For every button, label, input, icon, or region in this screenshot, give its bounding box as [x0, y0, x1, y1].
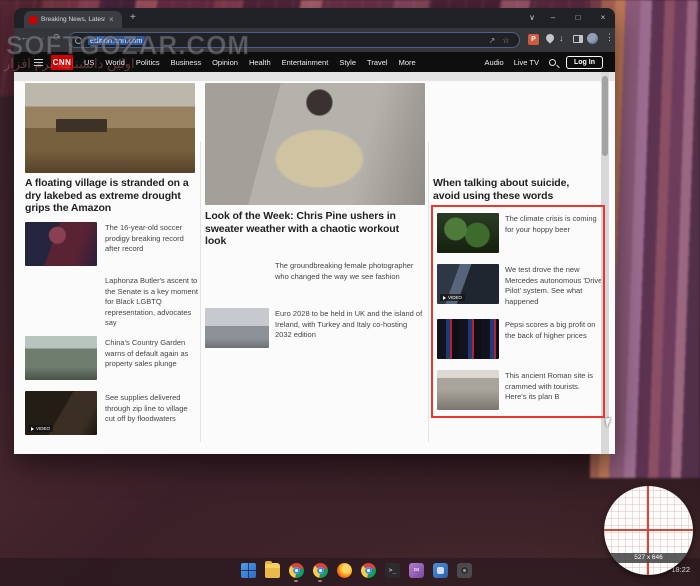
article-headline[interactable]: Look of the Week: Chris Pine ushers in s…: [205, 210, 415, 248]
cnn-menu: US World Politics Business Opinion Healt…: [84, 58, 416, 67]
article-link[interactable]: The groundbreaking female photographer w…: [275, 261, 423, 282]
forward-icon[interactable]: →: [34, 32, 48, 42]
video-badge: VIDEO: [28, 425, 54, 432]
page-top-strip: [14, 72, 615, 81]
tab-search-icon[interactable]: ∨: [524, 11, 540, 25]
running-indicator: [294, 580, 298, 582]
taskbar: >_ ∞ 18:22: [0, 558, 700, 586]
article-link[interactable]: Euro 2028 to be held in UK and the islan…: [275, 309, 423, 341]
cnn-nav-right: Audio Live TV Log In: [485, 55, 603, 69]
article-headline[interactable]: A floating village is stranded on a dry …: [25, 177, 199, 215]
article-link[interactable]: The 16-year-old soccer prodigy breaking …: [105, 223, 199, 255]
nav-item-business[interactable]: Business: [171, 58, 201, 67]
article-link[interactable]: Laphonza Butler's ascent to the Senate i…: [105, 276, 199, 329]
article-link[interactable]: China's Country Garden warns of default …: [105, 338, 199, 370]
running-indicator: [318, 580, 322, 582]
scrollbar-thumb[interactable]: [602, 76, 608, 156]
side-panel-icon[interactable]: [573, 35, 583, 43]
nav-item-more[interactable]: More: [399, 58, 416, 67]
nav-item-live-tv[interactable]: Live TV: [514, 58, 539, 67]
play-icon: [31, 426, 34, 431]
nav-item-opinion[interactable]: Opinion: [212, 58, 238, 67]
blue-app-icon[interactable]: [433, 563, 448, 578]
snip-magnifier: 527 x 646: [604, 486, 693, 575]
download-icon[interactable]: ↓: [559, 33, 564, 43]
article-thumbnail-flood-video[interactable]: VIDEO: [25, 391, 97, 435]
cnn-logo[interactable]: CNN: [51, 54, 73, 70]
column-divider: [200, 142, 201, 442]
cnn-favicon: [29, 15, 37, 24]
share-icon[interactable]: ↗: [485, 36, 499, 45]
article-image-chris-pine[interactable]: [205, 83, 425, 205]
reload-icon[interactable]: ⟳: [50, 32, 64, 43]
article-thumbnail-stadium[interactable]: [205, 308, 269, 348]
firefox-icon[interactable]: [337, 563, 352, 578]
pin-extension-icon[interactable]: [544, 32, 556, 44]
screenshot-app-icon[interactable]: [457, 563, 472, 578]
browser-tab-bar: Breaking News, Latest News an... × + ∨ –…: [14, 8, 615, 28]
snip-selection-box[interactable]: [431, 205, 605, 418]
bookmark-star-icon[interactable]: ☆: [499, 36, 513, 45]
tab-title: Breaking News, Latest News an...: [41, 16, 105, 23]
address-bar[interactable]: edition.cnn.com ↗ ☆: [68, 32, 520, 48]
maximize-button[interactable]: □: [570, 11, 586, 25]
article-image-amazon-drought[interactable]: [25, 83, 195, 173]
taskbar-icons: >_ ∞: [241, 561, 472, 582]
new-tab-button[interactable]: +: [130, 12, 136, 23]
back-icon[interactable]: ←: [18, 32, 32, 42]
chrome-icon[interactable]: [313, 563, 328, 582]
terminal-icon[interactable]: >_: [385, 563, 400, 578]
hamburger-menu-icon[interactable]: [34, 58, 43, 66]
column-divider: [428, 142, 429, 442]
article-headline[interactable]: When talking about suicide, avoid using …: [433, 177, 597, 202]
selection-size-label: 527 x 646: [604, 553, 693, 563]
nav-item-style[interactable]: Style: [339, 58, 356, 67]
browser-tab[interactable]: Breaking News, Latest News an... ×: [24, 11, 122, 28]
site-info-icon[interactable]: [75, 36, 82, 44]
chrome-icon[interactable]: [289, 563, 304, 582]
url-text[interactable]: edition.cnn.com: [88, 35, 145, 45]
desktop: Breaking News, Latest News an... × + ∨ –…: [0, 0, 700, 586]
tab-close-icon[interactable]: ×: [109, 15, 114, 24]
browser-menu-icon[interactable]: ⋮: [605, 32, 614, 43]
close-button[interactable]: ×: [595, 11, 611, 25]
article-thumbnail-soccer[interactable]: [25, 222, 97, 266]
nav-item-politics[interactable]: Politics: [136, 58, 160, 67]
nav-item-audio[interactable]: Audio: [485, 58, 504, 67]
nav-item-world[interactable]: World: [105, 58, 124, 67]
start-button-icon[interactable]: [241, 563, 256, 578]
visual-studio-icon[interactable]: ∞: [409, 563, 424, 578]
minimize-button[interactable]: –: [545, 11, 561, 25]
nav-item-travel[interactable]: Travel: [367, 58, 388, 67]
nav-item-health[interactable]: Health: [249, 58, 271, 67]
article-thumbnail-building[interactable]: [25, 336, 97, 380]
login-button[interactable]: Log In: [566, 55, 603, 69]
nav-item-entertainment[interactable]: Entertainment: [282, 58, 329, 67]
profile-avatar[interactable]: [587, 33, 598, 44]
nav-item-us[interactable]: US: [84, 58, 94, 67]
browser-toolbar: ← → ⟳ edition.cnn.com ↗ ☆ P ↓ ⋮: [14, 28, 615, 52]
cnn-nav-bar: CNN US World Politics Business Opinion H…: [14, 52, 615, 72]
extension-p-icon[interactable]: P: [528, 34, 539, 45]
file-explorer-icon[interactable]: [265, 561, 280, 578]
search-icon[interactable]: [549, 58, 556, 66]
chrome-icon[interactable]: [361, 563, 376, 578]
article-link[interactable]: See supplies delivered through zip line …: [105, 393, 199, 425]
